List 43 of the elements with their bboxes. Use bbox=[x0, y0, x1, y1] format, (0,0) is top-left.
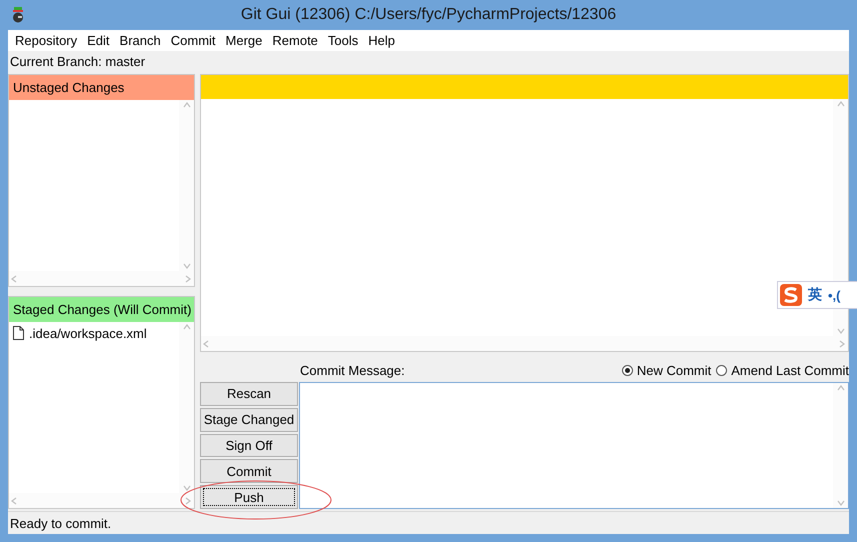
scroll-down-icon[interactable] bbox=[836, 328, 844, 334]
current-branch: Current Branch: master bbox=[9, 52, 146, 70]
scroll-down-icon[interactable] bbox=[182, 485, 190, 491]
menu-item[interactable]: Edit bbox=[82, 33, 115, 48]
scroll-right-icon[interactable] bbox=[839, 340, 845, 348]
scroll-left-icon[interactable] bbox=[203, 340, 209, 348]
menu-item[interactable]: Branch bbox=[114, 33, 166, 48]
status-bar: Ready to commit. bbox=[8, 511, 849, 534]
scroll-up-icon[interactable] bbox=[182, 102, 190, 108]
action-button[interactable]: Stage Changed bbox=[200, 408, 298, 432]
ime-mode: 英 bbox=[808, 286, 822, 304]
panel-header: Staged Changes (Will Commit) bbox=[9, 297, 194, 322]
commit-message-field[interactable] bbox=[299, 382, 849, 509]
action-button[interactable]: Sign Off bbox=[200, 434, 298, 458]
scroll-left-icon[interactable] bbox=[11, 274, 17, 282]
menu-item[interactable]: Commit bbox=[166, 33, 221, 48]
action-button[interactable]: Commit bbox=[200, 459, 298, 484]
scroll-right-icon[interactable] bbox=[185, 274, 191, 282]
scroll-up-icon[interactable] bbox=[836, 101, 844, 107]
file-icon bbox=[13, 326, 24, 340]
action-button[interactable]: Push bbox=[200, 485, 298, 509]
commit-mode-radio[interactable]: Amend Last Commit bbox=[716, 363, 849, 378]
menu-item[interactable]: Remote bbox=[267, 33, 323, 48]
action-button[interactable]: Rescan bbox=[200, 382, 298, 406]
menu-item[interactable]: Repository bbox=[10, 33, 82, 48]
window-title: Git Gui (12306) C:/Users/fyc/PycharmProjects/12306 bbox=[240, 6, 618, 24]
scroll-down-icon[interactable] bbox=[836, 500, 844, 506]
commit-mode-radio[interactable]: New Commit bbox=[622, 363, 712, 378]
app-icon bbox=[11, 7, 25, 23]
file-name[interactable]: .idea/workspace.xml bbox=[29, 326, 147, 340]
scroll-up-icon[interactable] bbox=[836, 385, 844, 391]
panel-header: Unstaged Changes bbox=[9, 75, 194, 100]
scroll-right-icon[interactable] bbox=[185, 496, 191, 504]
ime-punctuation: •,( bbox=[828, 288, 840, 302]
ime-toolbar[interactable]: 英 •,( bbox=[777, 281, 857, 309]
menu-item[interactable]: Help bbox=[363, 33, 400, 48]
commit-message-label: Commit Message: bbox=[300, 363, 406, 378]
scroll-down-icon[interactable] bbox=[182, 263, 190, 269]
ime-logo-icon bbox=[780, 284, 802, 306]
scroll-up-icon[interactable] bbox=[182, 324, 190, 330]
menu-item[interactable]: Tools bbox=[322, 33, 364, 48]
menu-item[interactable]: Merge bbox=[220, 33, 268, 48]
scroll-left-icon[interactable] bbox=[11, 496, 17, 504]
